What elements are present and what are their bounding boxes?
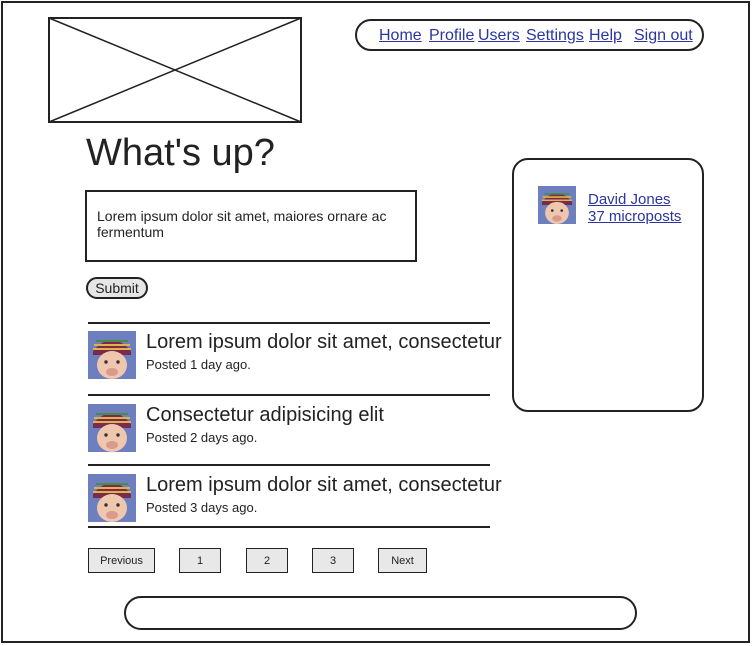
feed-divider (88, 322, 490, 324)
post-title: Consectetur adipisicing elit (146, 404, 384, 426)
post-title: Lorem ipsum dolor sit amet, consectetur (146, 331, 502, 353)
post-timestamp: Posted 3 days ago. (146, 500, 258, 515)
post-title: Lorem ipsum dolor sit amet, consectetur (146, 474, 502, 496)
feed-divider (88, 464, 490, 466)
avatar[interactable] (538, 186, 576, 224)
nav-link-profile[interactable]: Profile (429, 27, 474, 45)
footer-bar (124, 596, 637, 630)
micropost-textarea[interactable]: Lorem ipsum dolor sit amet, maiores orna… (85, 190, 417, 262)
nav-link-settings[interactable]: Settings (526, 27, 584, 45)
avatar[interactable] (88, 331, 136, 379)
feed-item: Lorem ipsum dolor sit amet, consectetur … (88, 331, 502, 391)
feed-divider (88, 394, 490, 396)
user-info-sidebar: David Jones 37 microposts (512, 158, 704, 412)
feed-item: Consectetur adipisicing elit Posted 2 da… (88, 404, 490, 464)
micropost-count-link[interactable]: 37 microposts (588, 208, 681, 225)
feed-item: Lorem ipsum dolor sit amet, consectetur … (88, 474, 502, 534)
nav-link-users[interactable]: Users (478, 27, 520, 45)
pagination-previous-button[interactable]: Previous (88, 548, 155, 573)
post-timestamp: Posted 1 day ago. (146, 357, 251, 372)
nav-link-home[interactable]: Home (379, 27, 422, 45)
page-title: What's up? (86, 132, 275, 174)
submit-button[interactable]: Submit (86, 277, 148, 299)
nav-link-help[interactable]: Help (589, 27, 622, 45)
avatar[interactable] (88, 474, 136, 522)
pagination-page-3[interactable]: 3 (312, 548, 354, 573)
nav-link-sign-out[interactable]: Sign out (634, 27, 693, 45)
post-timestamp: Posted 2 days ago. (146, 430, 258, 445)
avatar[interactable] (88, 404, 136, 452)
user-name-link[interactable]: David Jones (588, 191, 671, 208)
pagination-next-button[interactable]: Next (378, 548, 427, 573)
top-nav: Home Profile Users Settings Help Sign ou… (355, 19, 704, 51)
feed-divider (88, 526, 490, 528)
logo-placeholder (48, 17, 302, 123)
pagination-page-1[interactable]: 1 (179, 548, 221, 573)
pagination-page-2[interactable]: 2 (246, 548, 288, 573)
